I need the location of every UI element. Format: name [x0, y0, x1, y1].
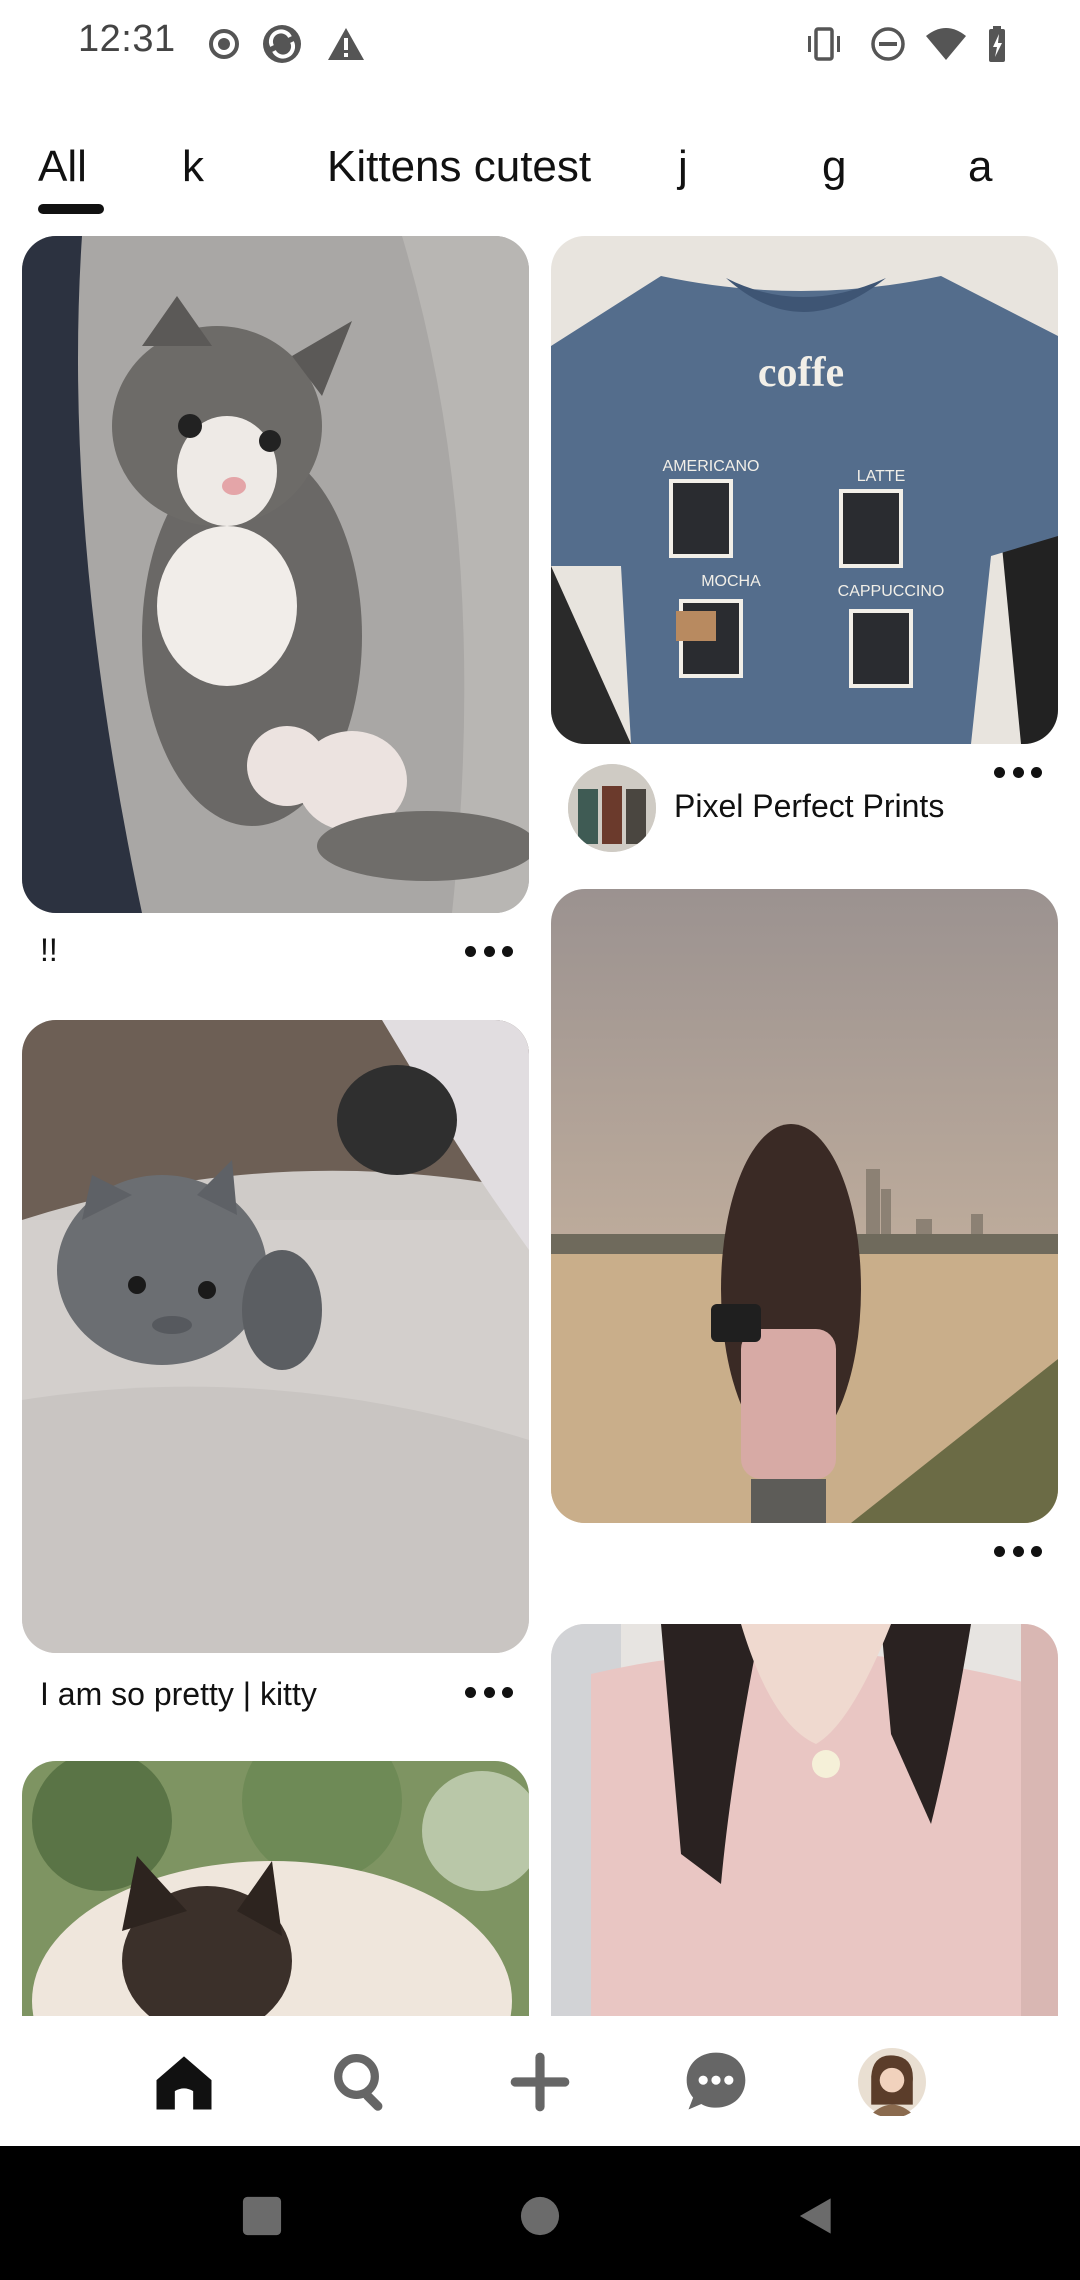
more-options-button[interactable]	[459, 1677, 519, 1707]
pin-image-coffee-tshirt[interactable]: coffe AMERICANO LATTE MOCHA CAPPUCCINO	[551, 236, 1058, 744]
pin-image-girl-river[interactable]	[551, 889, 1058, 1523]
vibrate-icon	[804, 24, 844, 64]
tab-j[interactable]: j	[678, 142, 688, 192]
shirt-label-mocha: MOCHA	[701, 573, 761, 590]
dot-icon	[1031, 766, 1042, 778]
profile-avatar[interactable]	[856, 2046, 928, 2118]
dot-icon	[502, 945, 513, 957]
dot-icon	[465, 945, 476, 957]
pin-image-siamese-cat[interactable]	[22, 1761, 529, 2016]
battery-icon	[980, 24, 1020, 64]
record-icon	[204, 24, 244, 64]
pin-image-kitten-lying[interactable]	[22, 236, 529, 913]
dot-icon	[1012, 1545, 1024, 1557]
system-navigation-bar	[0, 2146, 1080, 2280]
creator-avatar[interactable]	[568, 764, 656, 852]
wifi-icon	[924, 24, 968, 64]
pin-caption: !!	[40, 932, 58, 968]
pin-image-kitten-blanket[interactable]	[22, 1020, 529, 1653]
messages-icon[interactable]	[680, 2046, 752, 2118]
creator-name[interactable]: Pixel Perfect Prints	[674, 788, 944, 825]
search-icon[interactable]	[326, 2046, 398, 2118]
dot-icon	[483, 945, 495, 957]
more-options-button[interactable]	[988, 757, 1048, 787]
dot-icon	[502, 1686, 513, 1698]
shirt-label-latte: LATTE	[857, 468, 906, 485]
tab-a[interactable]: a	[968, 142, 992, 192]
bottom-navigation	[0, 2016, 1080, 2146]
warning-icon	[326, 24, 366, 64]
create-icon[interactable]	[504, 2046, 576, 2118]
recents-button[interactable]	[232, 2186, 292, 2246]
tab-all[interactable]: All	[38, 142, 87, 192]
sync-icon	[262, 24, 302, 64]
home-icon[interactable]	[148, 2046, 220, 2118]
status-time: 12:31	[78, 18, 176, 60]
pin-caption: I am so pretty | kitty	[40, 1676, 317, 1712]
home-button[interactable]	[510, 2186, 570, 2246]
do-not-disturb-icon	[868, 24, 908, 64]
shirt-label-americano: AMERICANO	[663, 458, 760, 475]
back-button[interactable]	[786, 2186, 846, 2246]
board-tabs: All k Kittens cutest j g a	[0, 130, 1080, 220]
dot-icon	[994, 766, 1005, 778]
pin-feed: !! I am so pretty | kitty coffe AMERICAN…	[0, 236, 1080, 2016]
active-tab-indicator	[38, 204, 104, 214]
pin-image-woman-pink[interactable]	[551, 1624, 1058, 2016]
more-options-button[interactable]	[988, 1536, 1048, 1566]
dot-icon	[994, 1545, 1005, 1557]
dot-icon	[1012, 766, 1024, 778]
shirt-title-text: coffe	[758, 350, 844, 396]
dot-icon	[1031, 1545, 1042, 1557]
tab-g[interactable]: g	[822, 142, 846, 192]
shirt-label-cappuccino: CAPPUCCINO	[838, 583, 945, 600]
tab-kittens-cutest[interactable]: Kittens cutest	[327, 142, 591, 192]
more-options-button[interactable]	[459, 936, 519, 966]
status-bar: 12:31	[0, 0, 1080, 90]
tab-k[interactable]: k	[182, 142, 204, 192]
dot-icon	[465, 1686, 476, 1698]
dot-icon	[483, 1686, 495, 1698]
